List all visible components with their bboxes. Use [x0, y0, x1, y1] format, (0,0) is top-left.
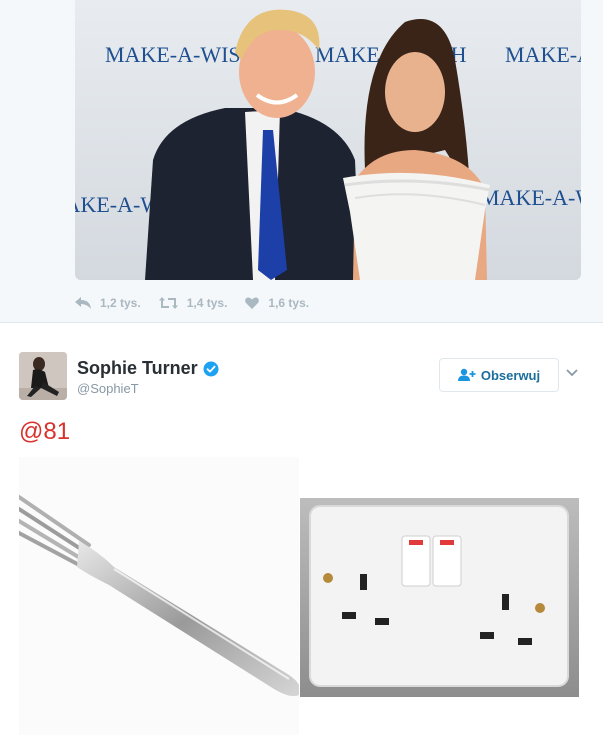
tweet-actions: 1,2 tys. 1,4 tys. 1,6 tys.: [75, 294, 327, 312]
like-action[interactable]: 1,6 tys.: [245, 296, 309, 310]
previous-tweet: MAKE-A-WISH MAKE-A-WISH MAKE-A-WISH MAKE…: [0, 0, 603, 323]
verified-badge-icon: [203, 361, 219, 376]
backdrop-logo: MAKE-A-WISH: [505, 42, 581, 67]
reply-action[interactable]: 1,2 tys.: [75, 296, 141, 310]
author-name[interactable]: Sophie Turner: [77, 358, 198, 379]
like-count: 1,6 tys.: [268, 296, 310, 310]
photo-image: MAKE-A-WISH MAKE-A-WISH MAKE-A-WISH MAKE…: [75, 0, 581, 280]
tweet-image-fork[interactable]: [19, 457, 299, 735]
tweet-photo[interactable]: MAKE-A-WISH MAKE-A-WISH MAKE-A-WISH MAKE…: [75, 0, 581, 280]
author-handle[interactable]: @SophieT: [77, 381, 139, 396]
backdrop-logo: MAKE-A-WISH: [480, 185, 581, 210]
chevron-down-icon[interactable]: [565, 368, 579, 378]
avatar-image: [19, 352, 67, 400]
retweet-count: 1,4 tys.: [186, 296, 228, 310]
reply-icon: [75, 297, 91, 309]
reply-count: 1,2 tys.: [100, 296, 141, 310]
heart-icon: [245, 297, 260, 309]
power-socket-icon: [300, 498, 579, 697]
tweet: Sophie Turner @SophieT Obserwuj @81: [0, 323, 603, 735]
add-user-icon: [457, 368, 476, 381]
author-row: Sophie Turner: [77, 358, 219, 379]
retweet-icon: [158, 297, 178, 309]
follow-label: Obserwuj: [480, 367, 541, 383]
retweet-action[interactable]: 1,4 tys.: [158, 296, 228, 310]
avatar[interactable]: [19, 352, 67, 400]
follow-button[interactable]: Obserwuj: [439, 358, 559, 392]
backdrop-logo: MAKE-A-WISH: [105, 42, 257, 67]
tweet-image-socket[interactable]: [300, 498, 579, 697]
tweet-text: @81: [19, 418, 71, 445]
fork-icon: [19, 457, 299, 735]
